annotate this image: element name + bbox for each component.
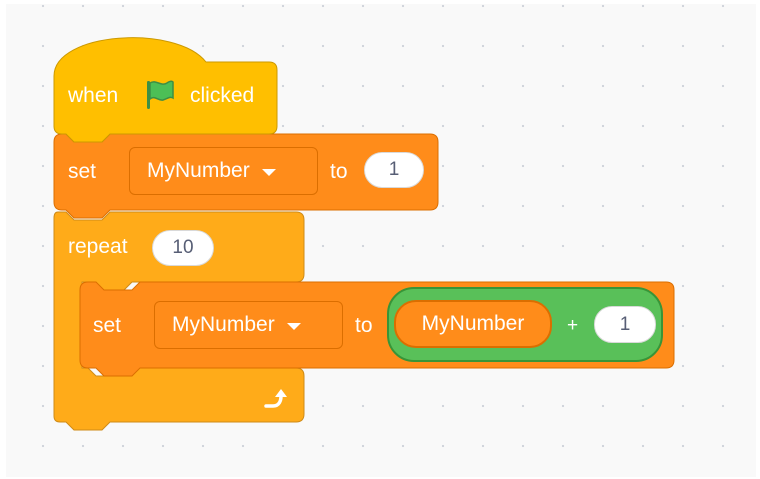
operator-right-value-input[interactable]: 1 — [594, 306, 656, 343]
loop-arrow-icon — [264, 389, 287, 408]
plus-operator-symbol: + — [567, 315, 579, 336]
hat-clicked-label: clicked — [190, 84, 255, 107]
set-1-to-label: to — [330, 160, 348, 183]
set-2-label: set — [93, 314, 122, 337]
variable-dropdown-2[interactable]: MyNumber — [154, 301, 343, 349]
hat-when-label: when — [68, 84, 119, 107]
set-1-label: set — [68, 160, 97, 183]
repeat-times-input[interactable]: 10 — [152, 230, 214, 266]
variable-dropdown-1-value: MyNumber — [147, 159, 250, 182]
green-flag-icon — [147, 80, 174, 109]
script-workspace[interactable]: when clicked set MyNumber to 1 repeat 10… — [6, 4, 756, 477]
variable-dropdown-1[interactable]: MyNumber — [129, 147, 318, 195]
repeat-label: repeat — [68, 235, 128, 258]
chevron-down-icon — [286, 322, 301, 330]
variable-dropdown-2-value: MyNumber — [172, 313, 275, 336]
chevron-down-icon — [261, 168, 276, 176]
mynumber-reporter[interactable]: MyNumber — [394, 300, 552, 348]
set-1-value-input[interactable]: 1 — [364, 152, 424, 188]
set-2-to-label: to — [355, 314, 373, 337]
